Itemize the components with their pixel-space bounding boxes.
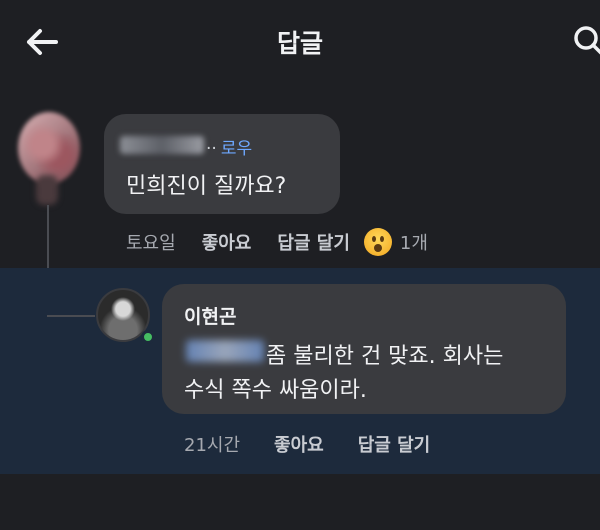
comment-actions: 토요일 좋아요 답글 달기 1개 xyxy=(126,228,428,256)
reply-button[interactable]: 답글 달기 xyxy=(358,431,431,457)
search-button[interactable] xyxy=(572,24,600,58)
reply-actions: 21시간 좋아요 답글 달기 xyxy=(184,430,430,458)
author-prefix: ·· xyxy=(206,139,217,159)
like-button[interactable]: 좋아요 xyxy=(274,431,324,457)
top-bar: 답글 xyxy=(0,0,600,82)
reply-text-line1: 좀 불리한 건 맞죠. 회사는 xyxy=(266,344,504,369)
search-icon xyxy=(574,26,600,55)
reply-author[interactable]: 이현곤 xyxy=(184,302,236,329)
reply-timestamp: 21시간 xyxy=(184,435,241,456)
page-title: 답글 xyxy=(276,29,323,58)
online-status-indicator xyxy=(141,330,155,344)
blurred-mention xyxy=(186,340,264,362)
blurred-author-name xyxy=(120,136,204,154)
avatar[interactable] xyxy=(18,112,80,184)
avatar-shadow xyxy=(36,175,58,205)
like-button[interactable]: 좋아요 xyxy=(202,229,252,255)
comment-author[interactable]: ·· 로우 xyxy=(206,134,252,159)
comment-text: 민희진이 질까요? xyxy=(126,174,287,199)
reply-text-line2: 수식 쪽수 싸움이라. xyxy=(184,378,367,403)
reaction-count[interactable]: 1개 xyxy=(400,229,428,255)
reply-button[interactable]: 답글 달기 xyxy=(277,229,350,255)
author-name: 로우 xyxy=(220,139,253,159)
thread-connector-branch xyxy=(47,315,95,317)
comment-timestamp: 토요일 xyxy=(126,233,176,254)
surprised-face-emoji-icon[interactable] xyxy=(363,228,392,256)
